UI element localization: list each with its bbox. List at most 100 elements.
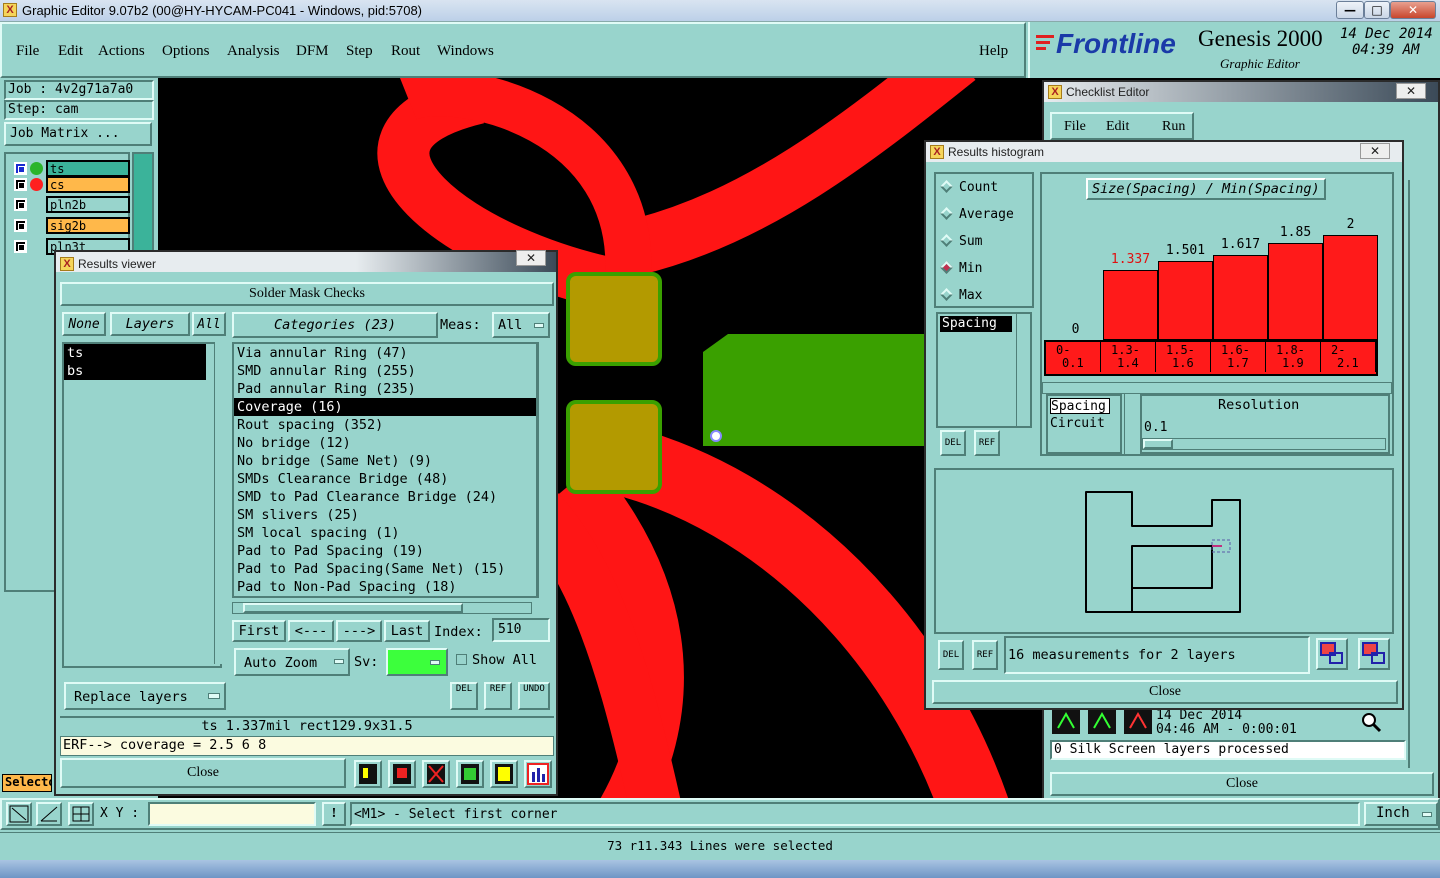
measure-item[interactable]: Spacing (940, 316, 1012, 332)
histogram-bar[interactable] (1268, 243, 1323, 340)
category-item[interactable]: SM local spacing (1) (234, 524, 536, 542)
sv-color-dropdown[interactable] (386, 648, 448, 676)
menu-analysis[interactable]: Analysis (227, 43, 280, 60)
histogram-bar[interactable] (1158, 261, 1213, 340)
prev-button[interactable]: <--- (288, 620, 334, 642)
resolution-type-spacing[interactable]: Spacing (1050, 398, 1110, 414)
layers-button[interactable]: Layers (110, 312, 190, 336)
category-item[interactable]: SMD annular Ring (255) (234, 362, 536, 380)
checklist-menu-edit[interactable]: Edit (1106, 119, 1129, 135)
layer-row-pln2b[interactable]: pln2b (14, 196, 132, 214)
close-window-button[interactable]: ✕ (1390, 1, 1436, 19)
results-viewer-close-icon[interactable]: ✕ (516, 250, 546, 266)
measure-tool-icon[interactable] (36, 802, 62, 826)
mode-sum[interactable]: Sum (940, 234, 982, 249)
checklist-menu-file[interactable]: File (1064, 119, 1086, 135)
layer-checkbox[interactable] (14, 198, 27, 211)
histogram-ref-button[interactable]: REF (974, 430, 1000, 456)
notes-icon[interactable] (490, 760, 518, 788)
menu-actions[interactable]: Actions (98, 43, 145, 60)
mode-count[interactable]: Count (940, 180, 998, 195)
category-item[interactable]: SMD to Pad Clearance Bridge (24) (234, 488, 536, 506)
category-item[interactable]: Via annular Ring (47) (234, 344, 536, 362)
zoom-icon[interactable] (1358, 710, 1384, 734)
measure-scrollbar[interactable] (1016, 314, 1030, 426)
mode-max[interactable]: Max (940, 288, 982, 303)
menu-options[interactable]: Options (162, 43, 210, 60)
maximize-button[interactable]: □ (1364, 1, 1390, 19)
category-item[interactable]: Pad to Pad Spacing(Same Net) (15) (234, 560, 536, 578)
resolution-scrollbar[interactable] (1124, 394, 1138, 454)
select-button[interactable]: Selecto (2, 774, 52, 792)
histogram-close-icon[interactable]: ✕ (1360, 143, 1390, 159)
meas-dropdown[interactable]: All (492, 312, 550, 338)
report-icon[interactable] (354, 760, 382, 788)
layer-checkbox[interactable] (14, 162, 27, 175)
category-item[interactable]: Pad to Non-Pad Spacing (18) (234, 578, 536, 596)
checklist-scrollbar[interactable] (1408, 180, 1436, 768)
layer-select-item[interactable]: bs (64, 362, 206, 380)
checklist-close-button[interactable]: Close (1050, 772, 1434, 796)
mode-min[interactable]: Min (940, 261, 982, 276)
preview-ref-button[interactable]: REF (972, 640, 998, 670)
categories-button[interactable]: Categories (23) (232, 312, 438, 338)
layer-checkbox[interactable] (14, 240, 27, 253)
resolution-slider-thumb[interactable] (1143, 439, 1173, 449)
layer-checkbox[interactable] (14, 178, 27, 191)
menu-edit[interactable]: Edit (58, 43, 83, 60)
export-icon[interactable] (1316, 638, 1348, 670)
category-item[interactable]: Rout spacing (352) (234, 416, 536, 434)
histogram-icon[interactable] (524, 760, 552, 788)
category-item[interactable]: No bridge (12) (234, 434, 536, 452)
next-button[interactable]: ---> (336, 620, 382, 642)
category-item[interactable]: SM slivers (25) (234, 506, 536, 524)
layer-row-cs[interactable]: cs (14, 176, 132, 194)
job-matrix-button[interactable]: Job Matrix ... (4, 122, 152, 146)
resolution-slider[interactable] (1142, 438, 1386, 450)
histogram-bucket-label[interactable]: 2- 2.1 (1321, 342, 1376, 372)
mode-average[interactable]: Average (940, 207, 1014, 222)
units-dropdown[interactable]: Inch (1364, 802, 1438, 826)
compare-icon[interactable] (456, 760, 484, 788)
viewer-ref-button[interactable]: REF (484, 682, 512, 710)
xy-input[interactable] (148, 802, 316, 826)
snapshot-icon[interactable] (388, 760, 416, 788)
viewer-undo-button[interactable]: UNDO (518, 682, 550, 710)
category-item[interactable]: Coverage (16) (234, 398, 536, 416)
menu-file[interactable]: File (16, 43, 39, 60)
histogram-bucket-label[interactable]: 1.8- 1.9 (1266, 342, 1321, 372)
menu-step[interactable]: Step (346, 43, 373, 60)
category-hscroll[interactable] (232, 602, 532, 614)
minimize-button[interactable]: — (1336, 1, 1364, 19)
layer-select-scrollbar[interactable] (214, 342, 228, 664)
layers-all-button[interactable]: All (192, 312, 226, 336)
layer-select-item[interactable]: ts (64, 344, 206, 362)
checklist-close-icon[interactable]: ✕ (1396, 83, 1426, 99)
zoom-fit-icon[interactable] (6, 802, 32, 826)
category-item[interactable]: Pad annular Ring (235) (234, 380, 536, 398)
histogram-hscroll[interactable] (1042, 382, 1392, 394)
run-icon[interactable] (1052, 708, 1086, 736)
menu-windows[interactable]: Windows (437, 43, 494, 60)
resolution-type-circuit[interactable]: Circuit (1050, 416, 1105, 431)
layers-none-button[interactable]: None (62, 312, 106, 336)
layer-row-sig2b[interactable]: sig2b (14, 217, 132, 235)
histogram-bucket-label[interactable]: 1.6- 1.7 (1211, 342, 1266, 372)
show-all-checkbox[interactable] (456, 654, 467, 665)
menu-dfm[interactable]: DFM (296, 43, 329, 60)
histogram-bucket-label[interactable]: 1.5- 1.6 (1156, 342, 1211, 372)
last-button[interactable]: Last (384, 620, 430, 642)
histogram-del-button[interactable]: DEL (940, 430, 966, 456)
delete-results-icon[interactable] (422, 760, 450, 788)
results-viewer-close-button[interactable]: Close (60, 758, 346, 788)
replace-layers-dropdown[interactable]: Replace layers (64, 682, 226, 710)
histogram-bar[interactable] (1103, 270, 1158, 340)
grid-icon[interactable] (68, 802, 94, 826)
menu-help[interactable]: Help (979, 43, 1008, 60)
histogram-bar[interactable] (1323, 235, 1378, 340)
histogram-bar[interactable] (1213, 255, 1268, 340)
histogram-bucket-label[interactable]: 0- 0.1 (1046, 342, 1101, 372)
category-hscroll-thumb[interactable] (243, 603, 463, 613)
category-item[interactable]: Pad to Pad Spacing (19) (234, 542, 536, 560)
viewer-del-button[interactable]: DEL (450, 682, 478, 710)
